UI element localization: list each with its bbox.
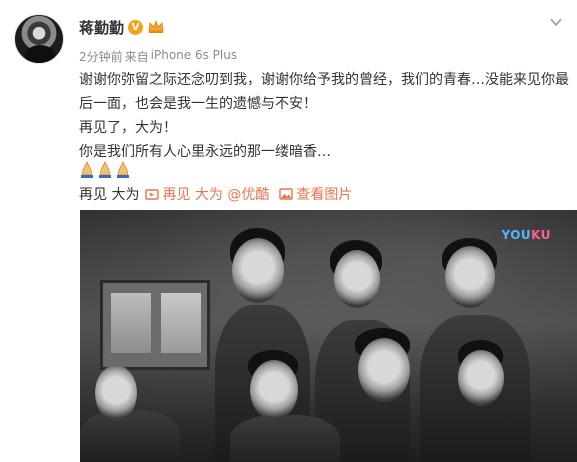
person-face [334,250,380,308]
crown-icon [147,20,165,34]
video-player[interactable]: YOUKU [80,210,577,462]
verified-icon: V [128,19,144,35]
person [230,415,340,462]
post-content: 谢谢你弥留之际还念叨到我，谢谢你给予我的曾经，我们的青春…没能来见你最 后一面，… [79,68,569,164]
post-text-line: 再见了，大为！ [79,120,177,136]
view-image-label: 查看图片 [296,187,353,203]
video-link-label: 再见 大为 @优酷 [162,187,270,203]
post-meta: 2分钟前 来自 iPhone 6s Plus [79,48,237,65]
post-links: 再见 大为 再见 大为 @优酷 查看图片 [79,183,362,205]
pray-icon [97,160,113,178]
post-time[interactable]: 2分钟前 [79,48,123,65]
post-text-line: 你是我们所有人心里永远的那一缕暗香… [79,144,331,160]
photo-board [100,280,210,370]
tag-text: 再见 大为 [79,187,140,203]
image-icon [279,188,294,200]
avatar[interactable] [14,14,64,64]
chevron-down-icon[interactable] [548,14,564,30]
pray-icon [115,160,131,178]
post-source: iPhone 6s Plus [150,48,238,62]
person [80,410,180,462]
person-face [232,238,284,303]
video-link[interactable]: 再见 大为 @优酷 [145,184,269,204]
person-face [445,246,495,308]
person-face [95,365,137,421]
post-text-line: 后一面，也会是我一生的遗憾与不安！ [79,96,317,112]
person-face [358,338,410,402]
pray-icon [79,160,95,178]
youku-logo: YOUKU [501,228,551,242]
username[interactable]: 蒋勤勤 [79,17,124,38]
emoji-row [79,160,131,178]
person-face [458,350,504,406]
post-text-line: 谢谢你弥留之际还念叨到我，谢谢你给予我的曾经，我们的青春…没能来见你最 [79,72,569,88]
source-prefix: 来自 [124,50,149,64]
video-icon [145,189,160,200]
post-header: 蒋勤勤 V [79,17,165,37]
person-face [250,360,298,420]
view-image-link[interactable]: 查看图片 [279,184,352,204]
